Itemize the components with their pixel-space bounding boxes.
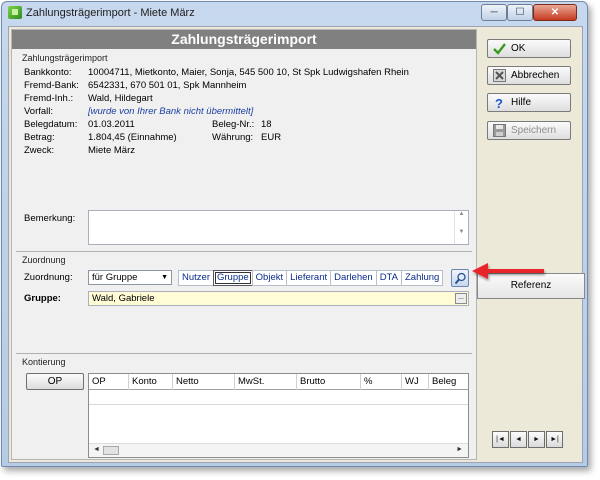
divider bbox=[16, 251, 472, 252]
main-window: Zahlungsträgerimport - Miete März ─ ☐ ✕ … bbox=[1, 1, 588, 467]
scroll-right-icon[interactable]: ► bbox=[456, 446, 463, 453]
main-panel: Zahlungsträgerimport Zahlungsträgerimpor… bbox=[11, 29, 477, 460]
tab-gruppe[interactable]: Gruppe bbox=[212, 270, 253, 286]
label-fremd-bank: Fremd-Bank: bbox=[24, 80, 79, 91]
group-label-zuordnung: Zuordnung bbox=[22, 255, 66, 265]
browse-button[interactable]: ... bbox=[455, 293, 467, 304]
client-area: Zahlungsträgerimport Zahlungsträgerimpor… bbox=[8, 26, 585, 463]
zuordnung-select-value: für Gruppe bbox=[92, 272, 138, 283]
chevron-down-icon: ▼ bbox=[161, 274, 168, 281]
previous-record-button[interactable]: ◄ bbox=[510, 431, 527, 448]
value-fremd-bank: 6542331, 670 501 01, Spk Mannheim bbox=[88, 80, 247, 91]
speichern-label: Speichern bbox=[511, 125, 557, 136]
label-vorfall: Vorfall: bbox=[24, 106, 54, 117]
tab-zahlung[interactable]: Zahlung bbox=[400, 270, 444, 286]
label-beleg-nr: Beleg-Nr.: bbox=[212, 119, 255, 130]
bemerkung-scrollbar[interactable]: ▲ ▼ bbox=[454, 211, 468, 244]
kontierung-table[interactable]: OP Konto Netto MwSt. Brutto % WJ Beleg ◄… bbox=[88, 373, 469, 458]
pointer-arrow bbox=[472, 263, 544, 279]
tab-objekt[interactable]: Objekt bbox=[251, 270, 288, 286]
divider bbox=[16, 353, 472, 354]
column-header-beleg[interactable]: Beleg bbox=[429, 374, 469, 390]
search-button[interactable] bbox=[451, 269, 469, 287]
column-header-prozent[interactable]: % bbox=[361, 374, 402, 390]
search-icon bbox=[454, 272, 466, 285]
close-button[interactable]: ✕ bbox=[533, 4, 577, 21]
record-navigation: |◄ ◄ ► ►| bbox=[492, 431, 564, 448]
abbrechen-button[interactable]: Abbrechen bbox=[487, 66, 571, 85]
op-button[interactable]: OP bbox=[26, 373, 84, 390]
column-header-netto[interactable]: Netto bbox=[173, 374, 235, 390]
tab-dta[interactable]: DTA bbox=[375, 270, 402, 286]
value-waehrung: EUR bbox=[261, 132, 282, 143]
value-bankkonto: 10004711, Mietkonto, Maier, Sonja, 545 5… bbox=[88, 67, 409, 78]
page-title: Zahlungsträgerimport bbox=[12, 30, 476, 49]
save-icon bbox=[493, 124, 506, 137]
scroll-thumb[interactable] bbox=[103, 446, 119, 455]
maximize-button[interactable]: ☐ bbox=[507, 4, 533, 21]
last-record-button[interactable]: ►| bbox=[546, 431, 563, 448]
horizontal-scrollbar[interactable]: ◄ ► bbox=[89, 443, 468, 457]
hilfe-label: Hilfe bbox=[511, 97, 532, 108]
value-belegdatum: 01.03.2011 bbox=[88, 119, 135, 130]
label-belegdatum: Belegdatum: bbox=[24, 119, 78, 130]
checkmark-icon bbox=[493, 43, 506, 55]
app-icon bbox=[8, 6, 22, 19]
label-waehrung: Währung: bbox=[212, 132, 254, 143]
svg-text:?: ? bbox=[495, 96, 503, 109]
minimize-button[interactable]: ─ bbox=[481, 4, 507, 21]
label-zuordnung: Zuordnung: bbox=[24, 272, 73, 283]
speichern-button[interactable]: Speichern bbox=[487, 121, 571, 140]
label-gruppe: Gruppe: bbox=[24, 293, 61, 304]
value-zweck: Miete März bbox=[88, 145, 135, 156]
table-row[interactable] bbox=[89, 390, 468, 405]
window-title: Zahlungsträgerimport - Miete März bbox=[26, 7, 195, 19]
value-betrag: 1.804,45 (Einnahme) bbox=[88, 132, 177, 143]
tab-lieferant[interactable]: Lieferant bbox=[286, 270, 332, 286]
column-header-brutto[interactable]: Brutto bbox=[297, 374, 361, 390]
next-record-button[interactable]: ► bbox=[528, 431, 545, 448]
abbrechen-label: Abbrechen bbox=[511, 70, 560, 81]
table-header: OP Konto Netto MwSt. Brutto % WJ Beleg bbox=[89, 374, 468, 390]
column-header-op[interactable]: OP bbox=[89, 374, 129, 390]
tab-darlehen[interactable]: Darlehen bbox=[330, 270, 377, 286]
gruppe-value: Wald, Gabriele bbox=[92, 293, 155, 304]
hilfe-button[interactable]: ? Hilfe bbox=[487, 93, 571, 112]
column-header-mwst[interactable]: MwSt. bbox=[235, 374, 297, 390]
value-vorfall: [wurde von Ihrer Bank nicht übermittelt] bbox=[88, 106, 254, 117]
value-beleg-nr: 18 bbox=[261, 119, 272, 130]
label-bankkonto: Bankkonto: bbox=[24, 67, 72, 78]
tab-nutzer[interactable]: Nutzer bbox=[178, 270, 214, 286]
scroll-left-icon[interactable]: ◄ bbox=[93, 446, 100, 453]
help-icon: ? bbox=[495, 96, 503, 109]
value-fremd-inhaber: Wald, Hildegart bbox=[88, 93, 153, 104]
ok-label: OK bbox=[511, 43, 526, 54]
label-bemerkung: Bemerkung: bbox=[24, 213, 76, 224]
zuordnung-tabs: Nutzer Gruppe Objekt Lieferant Darlehen … bbox=[178, 270, 444, 286]
group-label-kontierung: Kontierung bbox=[22, 357, 66, 367]
label-zweck: Zweck: bbox=[24, 145, 55, 156]
bemerkung-field[interactable]: ▲ ▼ bbox=[88, 210, 469, 245]
first-record-button[interactable]: |◄ bbox=[492, 431, 509, 448]
group-label-zahlungstraeger: Zahlungsträgerimport bbox=[22, 53, 108, 63]
ok-button[interactable]: OK bbox=[487, 39, 571, 58]
label-fremd-inhaber: Fremd-Inh.: bbox=[24, 93, 74, 104]
zuordnung-select[interactable]: für Gruppe ▼ bbox=[88, 270, 172, 285]
column-header-konto[interactable]: Konto bbox=[129, 374, 173, 390]
cancel-icon bbox=[493, 69, 506, 82]
column-header-wj[interactable]: WJ bbox=[402, 374, 429, 390]
label-betrag: Betrag: bbox=[24, 132, 55, 143]
title-bar: Zahlungsträgerimport - Miete März ─ ☐ ✕ bbox=[2, 2, 587, 24]
gruppe-field[interactable]: Wald, Gabriele ... bbox=[88, 291, 469, 306]
